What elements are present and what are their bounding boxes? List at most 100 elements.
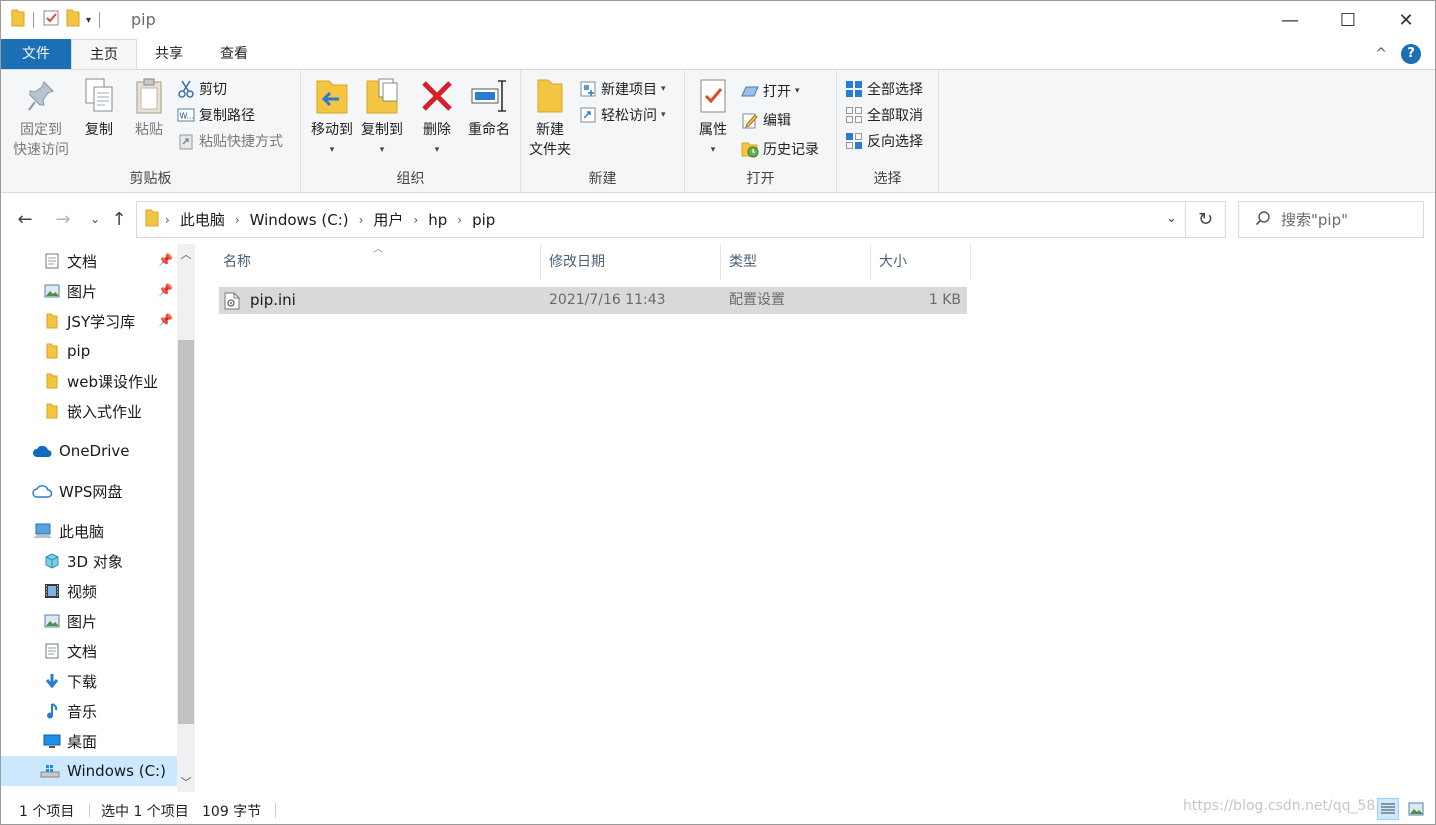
copy-button[interactable]: 复制	[77, 76, 121, 140]
table-row[interactable]: pip.ini 2021/7/16 11:43 配置设置 1 KB	[219, 287, 967, 314]
details-view-icon[interactable]	[1377, 798, 1399, 820]
chevron-down-icon: ▾	[710, 145, 716, 155]
nav-item-web-homework[interactable]: web课设作业	[1, 366, 177, 396]
open-button[interactable]: 打开 ▾	[741, 80, 800, 102]
folder-icon	[43, 402, 61, 420]
breadcrumb-separator-icon[interactable]: ›	[359, 213, 364, 227]
history-button[interactable]: 历史记录	[741, 138, 819, 160]
paste-button[interactable]: 粘贴	[127, 76, 171, 140]
tab-view[interactable]: 查看	[201, 39, 267, 69]
move-to-button[interactable]: 移动到 ▾	[307, 76, 357, 160]
minimize-button[interactable]: —	[1261, 1, 1319, 39]
nav-item-music[interactable]: 音乐	[1, 696, 177, 726]
pin-quick-access-button[interactable]: 固定到 快速访问	[9, 76, 73, 160]
breadcrumb-hp[interactable]: hp	[428, 211, 447, 229]
properties-icon	[693, 76, 733, 116]
nav-item-videos[interactable]: 视频	[1, 576, 177, 606]
address-dropdown-chevron-icon[interactable]: ⌄	[1166, 211, 1177, 226]
address-bar[interactable]: › 此电脑 › Windows (C:) › 用户 › hp › pip ⌄	[136, 201, 1186, 238]
collapse-ribbon-icon[interactable]: ^	[1375, 46, 1387, 62]
breadcrumb-this-pc[interactable]: 此电脑	[180, 209, 225, 230]
nav-item-windows-c[interactable]: Windows (C:)	[1, 756, 177, 786]
chevron-down-icon: ▾	[329, 145, 335, 155]
breadcrumb-separator-icon[interactable]: ›	[235, 213, 240, 227]
nav-item-desktop[interactable]: 桌面	[1, 726, 177, 756]
properties-button[interactable]: 属性 ▾	[691, 76, 735, 160]
forward-arrow-icon[interactable]: →	[51, 207, 75, 231]
delete-button[interactable]: 删除 ▾	[417, 76, 457, 160]
nav-item-wps-drive[interactable]: WPS网盘	[1, 476, 177, 506]
file-name: pip.ini	[250, 291, 296, 309]
rename-button[interactable]: 重命名	[463, 76, 515, 140]
cut-button[interactable]: 剪切	[177, 78, 227, 100]
svg-text:W...: W...	[180, 112, 195, 121]
maximize-button[interactable]: ☐	[1319, 1, 1377, 39]
new-item-button[interactable]: 新建项目 ▾	[579, 78, 666, 100]
select-none-button[interactable]: 全部取消	[845, 104, 923, 126]
nav-item-documents-pinned[interactable]: 文档 📌	[1, 246, 177, 276]
customize-dropdown-icon[interactable]: ▾	[86, 15, 91, 26]
tab-home[interactable]: 主页	[71, 39, 137, 70]
nav-item-downloads[interactable]: 下载	[1, 666, 177, 696]
chevron-down-icon: ▾	[795, 86, 800, 96]
column-header-modified[interactable]: 修改日期	[545, 244, 721, 280]
nav-item-3d-objects[interactable]: 3D 对象	[1, 546, 177, 576]
pin-icon[interactable]: 📌	[158, 253, 173, 267]
large-icons-view-icon[interactable]	[1405, 798, 1427, 820]
scissors-icon	[177, 80, 195, 98]
column-header-type[interactable]: 类型	[725, 244, 871, 280]
scrollbar-thumb[interactable]	[178, 340, 194, 724]
column-header-name[interactable]: 名称	[219, 244, 541, 280]
copy-to-button[interactable]: 复制到 ▾	[357, 76, 407, 160]
help-icon[interactable]: ?	[1401, 44, 1421, 64]
back-arrow-icon[interactable]: ←	[13, 207, 37, 231]
title-bar: ▾ pip — ☐ ✕	[1, 1, 1435, 39]
easy-access-button[interactable]: 轻松访问 ▾	[579, 104, 666, 126]
breadcrumb-pip[interactable]: pip	[472, 211, 495, 229]
nav-item-pictures-pinned[interactable]: 图片 📌	[1, 276, 177, 306]
edit-button[interactable]: 编辑	[741, 109, 791, 131]
status-bar: 1 个项目 选中 1 个项目 109 字节 https://blog.csdn.…	[1, 796, 1435, 824]
refresh-icon[interactable]: ↻	[1186, 201, 1226, 238]
search-placeholder: 搜索"pip"	[1281, 211, 1349, 229]
select-all-button[interactable]: 全部选择	[845, 78, 923, 100]
nav-item-pip[interactable]: pip	[1, 336, 177, 366]
nav-item-embedded-homework[interactable]: 嵌入式作业	[1, 396, 177, 426]
scroll-up-icon[interactable]: ︿	[177, 246, 195, 264]
close-button[interactable]: ✕	[1377, 1, 1435, 39]
breadcrumb-separator-icon[interactable]: ›	[413, 213, 418, 227]
search-box[interactable]: 搜索"pip"	[1238, 201, 1424, 238]
tab-share[interactable]: 共享	[137, 39, 201, 69]
properties-check-icon[interactable]	[42, 9, 60, 31]
nav-item-pictures[interactable]: 图片	[1, 606, 177, 636]
nav-item-jsy-library[interactable]: JSY学习库 📌	[1, 306, 177, 336]
open-group-label: 打开	[746, 171, 775, 187]
nav-item-onedrive[interactable]: OneDrive	[1, 436, 177, 466]
delete-x-icon	[417, 76, 457, 116]
tab-file[interactable]: 文件	[1, 39, 71, 69]
breadcrumb-separator-icon[interactable]: ›	[165, 213, 170, 227]
scroll-down-icon[interactable]: ﹀	[177, 774, 195, 792]
breadcrumb-separator-icon[interactable]: ›	[457, 213, 462, 227]
column-header-size[interactable]: 大小	[875, 244, 971, 280]
ribbon-tabs: 文件 主页 共享 查看 ^ ?	[1, 39, 1435, 70]
new-folder-button[interactable]: 新建 文件夹	[525, 76, 575, 160]
selected-count: 选中 1 个项目	[101, 804, 189, 820]
nav-item-this-pc[interactable]: 此电脑	[1, 516, 177, 546]
easy-access-icon	[579, 106, 597, 124]
new-folder-icon[interactable]	[66, 9, 80, 31]
breadcrumb-users[interactable]: 用户	[373, 209, 403, 230]
chevron-down-icon: ▾	[661, 110, 666, 120]
invert-selection-button[interactable]: 反向选择	[845, 130, 923, 152]
up-arrow-icon[interactable]: ↑	[107, 207, 131, 231]
pin-icon[interactable]: 📌	[158, 313, 173, 327]
breadcrumb-windows-c[interactable]: Windows (C:)	[250, 211, 349, 229]
navigation-scrollbar[interactable]: ︿ ﹀	[177, 244, 195, 792]
copy-path-button[interactable]: W... 复制路径	[177, 104, 255, 126]
quick-access-toolbar: ▾	[11, 9, 102, 31]
pin-icon[interactable]: 📌	[158, 283, 173, 297]
recent-locations-chevron-icon[interactable]: ⌄	[83, 207, 107, 231]
nav-item-documents[interactable]: 文档	[1, 636, 177, 666]
paste-shortcut-button[interactable]: 粘贴快捷方式	[177, 130, 283, 152]
chevron-down-icon: ▾	[434, 145, 440, 155]
